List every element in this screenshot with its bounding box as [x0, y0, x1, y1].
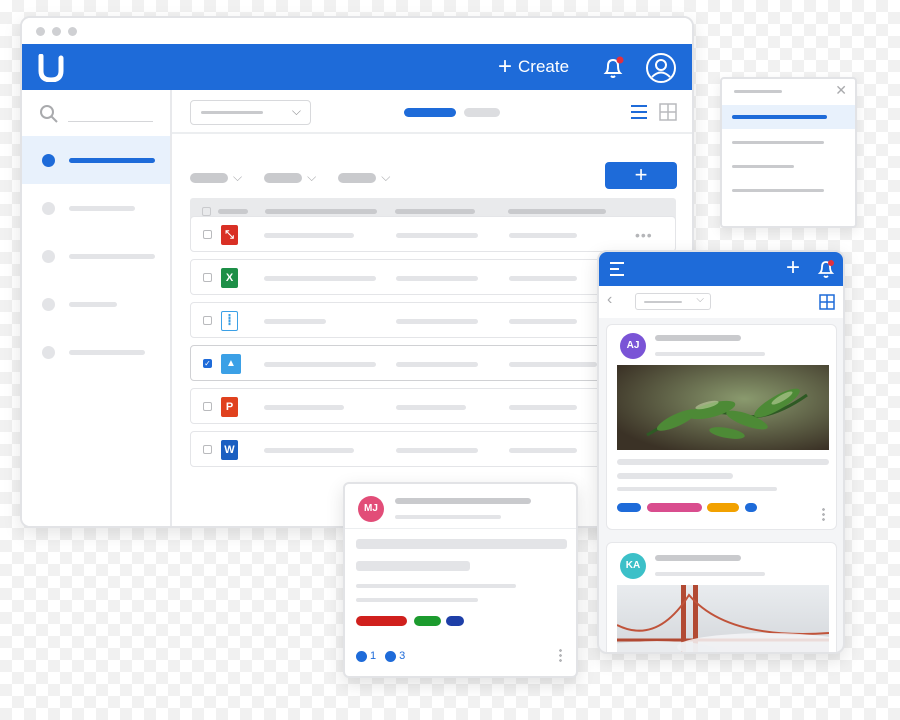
avatar: AJ [620, 333, 646, 359]
zip-file-icon: ┋ [221, 311, 238, 331]
sidebar-item[interactable] [22, 186, 170, 234]
column-filter[interactable]: ⌵ [338, 170, 390, 185]
tag[interactable] [356, 616, 407, 626]
chevron-down-icon: ⌵ [307, 170, 317, 184]
menu-item[interactable] [722, 131, 855, 155]
menu-icon[interactable] [609, 261, 625, 277]
mobile-header: + [599, 252, 843, 286]
view-toggle-active[interactable] [404, 108, 456, 117]
close-icon[interactable]: ✕ [835, 82, 847, 99]
like-icon[interactable] [356, 650, 367, 662]
sidebar-item[interactable] [22, 234, 170, 282]
avatar: MJ [358, 496, 384, 522]
image-file-icon: ▲ [221, 354, 241, 374]
row-checkbox[interactable] [203, 402, 212, 411]
post-card[interactable]: KA [606, 542, 837, 652]
plus-icon[interactable]: + [786, 255, 800, 281]
window-control-dot[interactable] [36, 27, 45, 36]
table-row[interactable]: ⤡ ••• [190, 216, 676, 252]
post-image [617, 365, 829, 450]
menu-item[interactable] [722, 179, 855, 203]
row-checkbox-checked[interactable]: ✓ [203, 359, 212, 368]
more-options-icon[interactable] [559, 648, 562, 663]
powerpoint-file-icon: P [221, 397, 238, 417]
sidebar [22, 90, 172, 526]
grid-view-icon[interactable] [659, 103, 677, 121]
list-view-icon[interactable] [630, 104, 648, 120]
column-filter[interactable]: ⌵ [190, 170, 242, 185]
chevron-down-icon: ⌵ [233, 170, 243, 184]
search-icon[interactable] [39, 104, 59, 124]
comment-count: 3 [399, 650, 406, 662]
sidebar-item[interactable] [22, 330, 170, 378]
pdf-file-icon: ⤡ [221, 225, 238, 245]
window-control-dot[interactable] [68, 27, 77, 36]
row-checkbox[interactable] [203, 445, 212, 454]
menu-item-active[interactable] [722, 105, 855, 129]
row-checkbox[interactable] [203, 230, 212, 239]
excel-file-icon: X [221, 268, 238, 288]
create-button[interactable]: + Create [498, 55, 569, 79]
post-card[interactable]: AJ [606, 324, 837, 530]
tag[interactable] [707, 503, 739, 512]
comment-icon[interactable] [385, 650, 397, 662]
more-options-icon[interactable]: ••• [635, 227, 653, 243]
tag[interactable] [745, 503, 757, 512]
desktop-window: + Create ⌵ ⌵ ⌵ ⌵ + ⤡ ••• X ┋ ✓ ▲ P W [20, 16, 694, 528]
tag[interactable] [617, 503, 641, 512]
search-input[interactable] [68, 121, 153, 122]
post-image [617, 585, 829, 652]
tag[interactable] [647, 503, 702, 512]
window-titlebar [22, 18, 692, 44]
tag[interactable] [414, 616, 441, 626]
column-filters: ⌵ ⌵ ⌵ [190, 170, 390, 185]
mobile-app: + ‹ ⌵ AJ KA [597, 250, 845, 654]
row-checkbox[interactable] [203, 273, 212, 282]
plus-icon: + [498, 53, 513, 80]
chevron-down-icon: ⌵ [696, 294, 704, 305]
tag[interactable] [446, 616, 464, 626]
add-button[interactable]: + [605, 162, 677, 189]
sidebar-item[interactable] [22, 282, 170, 330]
chevron-down-icon: ⌵ [291, 104, 301, 118]
avatar: KA [620, 553, 646, 579]
word-file-icon: W [221, 440, 238, 460]
grid-view-icon[interactable] [819, 294, 835, 310]
view-toggle[interactable] [464, 108, 500, 117]
chevron-down-icon: ⌵ [381, 170, 391, 184]
more-options-icon[interactable] [822, 507, 825, 522]
menu-item[interactable] [722, 155, 855, 179]
plus-icon: + [634, 162, 648, 187]
filter-dropdown[interactable]: ⌵ [190, 100, 311, 125]
back-arrow-icon[interactable]: ‹ [607, 291, 612, 309]
mobile-toolbar: ‹ ⌵ [599, 286, 843, 318]
create-label: Create [518, 57, 570, 76]
row-checkbox[interactable] [203, 316, 212, 325]
window-control-dot[interactable] [52, 27, 61, 36]
app-logo[interactable] [38, 54, 68, 82]
user-profile-icon[interactable] [645, 52, 677, 84]
dropdown-menu: ✕ [720, 77, 857, 228]
post-card[interactable]: MJ 1 3 [343, 482, 578, 678]
sidebar-item-active[interactable] [22, 136, 170, 184]
notification-bell-icon[interactable] [598, 53, 628, 83]
reaction-count: 1 [370, 650, 377, 662]
column-filter[interactable]: ⌵ [264, 170, 316, 185]
notification-bell-icon[interactable] [815, 258, 837, 280]
filter-dropdown[interactable]: ⌵ [635, 293, 711, 310]
select-all-checkbox[interactable] [202, 207, 211, 216]
app-header: + Create [22, 44, 692, 90]
reaction-counts: 1 3 [356, 650, 405, 662]
